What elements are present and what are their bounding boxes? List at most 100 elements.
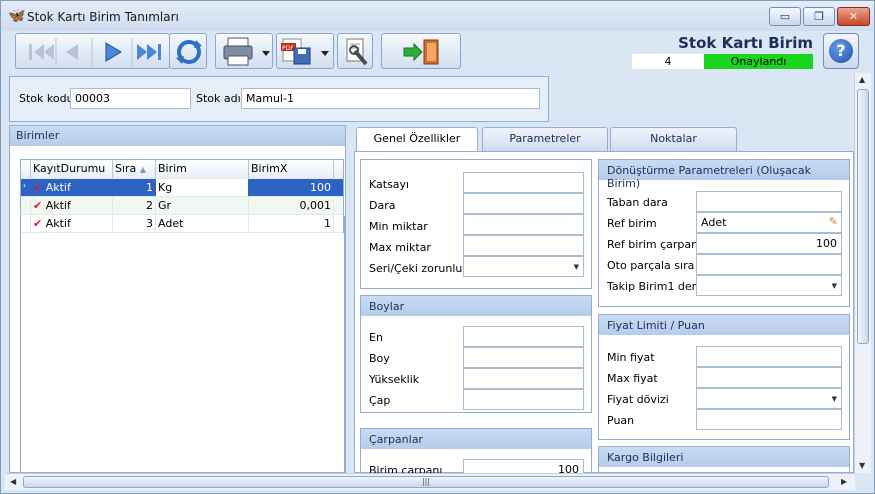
min-miktar-field[interactable] bbox=[463, 214, 584, 235]
fiyat-dovizi-label: Fiyat dövizi bbox=[607, 393, 669, 406]
max-miktar-field[interactable] bbox=[463, 235, 584, 256]
sira-cell: 3 bbox=[113, 215, 156, 232]
stok-adi-label: Stok adı bbox=[196, 92, 241, 105]
previous-record-icon[interactable] bbox=[66, 44, 78, 60]
pdf-export-icon: PDF bbox=[281, 38, 311, 65]
stock-info-panel: Stok kodu 00003 Stok adı Mamul-1 bbox=[9, 76, 549, 122]
ref-birim-field[interactable]: Adet ✎ bbox=[696, 212, 842, 233]
print-button[interactable] bbox=[215, 33, 273, 69]
scroll-down-icon[interactable]: ▼ bbox=[859, 461, 865, 470]
boylar-group: Boylar En Boy Yükseklik Çap bbox=[360, 295, 592, 413]
row-indicator-header bbox=[21, 160, 31, 178]
durum-text: Aktif bbox=[45, 199, 71, 212]
sira-cell: 2 bbox=[113, 197, 156, 214]
en-field[interactable] bbox=[463, 326, 584, 347]
stok-kodu-field[interactable]: 00003 bbox=[70, 88, 191, 109]
scroll-right-icon[interactable]: ▶ bbox=[841, 477, 847, 486]
birim-cell[interactable]: Kg bbox=[156, 179, 249, 196]
minimize-button[interactable]: ▭ bbox=[769, 7, 801, 26]
scroll-up-icon[interactable]: ▲ bbox=[859, 75, 865, 84]
tab-parametreler[interactable]: Parametreler bbox=[482, 127, 608, 151]
main-window: 🦋 Stok Kartı Birim Tanımları ▭ ❐ ✕ PDF S… bbox=[0, 0, 875, 494]
oto-parcala-label: Oto parçala sıra bbox=[607, 259, 695, 272]
table-row[interactable]: › ✔ Aktif 1 Kg 100 bbox=[21, 179, 343, 197]
lookup-icon[interactable]: ✎ bbox=[829, 215, 838, 228]
cap-field[interactable] bbox=[463, 389, 584, 410]
grid-right-border bbox=[344, 216, 345, 472]
checkmark-icon: ✔ bbox=[33, 199, 43, 212]
column-header-birim[interactable]: Birim bbox=[156, 160, 249, 178]
chevron-down-icon: ▼ bbox=[831, 282, 837, 290]
katsayi-label: Katsayı bbox=[369, 178, 410, 191]
exit-icon bbox=[403, 39, 439, 65]
takip-birim-label: Takip Birim1 den bbox=[607, 280, 699, 293]
taban-dara-field[interactable] bbox=[696, 191, 842, 212]
column-header-sira[interactable]: Sıra ▲ bbox=[113, 160, 156, 178]
column-header-kayitdurumu[interactable]: KayıtDurumu bbox=[31, 160, 113, 178]
scroll-left-icon[interactable]: ◀ bbox=[10, 477, 16, 486]
table-row[interactable]: ✔ Aktif 3 Adet 1 bbox=[21, 215, 343, 233]
durum-cell: ✔ Aktif bbox=[31, 179, 113, 196]
birimler-panel: Birimler KayıtDurumu Sıra ▲ Birim BirimX… bbox=[9, 125, 346, 473]
row-pointer-icon: › bbox=[21, 179, 31, 196]
chevron-down-icon bbox=[321, 51, 329, 56]
help-button[interactable]: ? bbox=[823, 33, 859, 69]
puan-field[interactable] bbox=[696, 409, 842, 430]
restore-button[interactable]: ❐ bbox=[803, 7, 835, 26]
taban-dara-label: Taban dara bbox=[607, 196, 668, 209]
horizontal-scroll-thumb[interactable]: ||| bbox=[23, 476, 829, 488]
en-label: En bbox=[369, 331, 383, 344]
next-record-icon[interactable] bbox=[105, 42, 122, 62]
katsayi-field[interactable] bbox=[463, 172, 584, 193]
ref-birim-value: Adet bbox=[701, 216, 727, 229]
close-button[interactable]: ✕ bbox=[837, 7, 870, 26]
kargo-title: Kargo Bilgileri bbox=[599, 447, 849, 467]
birim-cell: Gr bbox=[156, 197, 249, 214]
stok-adi-field[interactable]: Mamul-1 bbox=[241, 88, 540, 109]
navigation-group bbox=[15, 33, 170, 69]
oto-parcala-field[interactable] bbox=[696, 254, 842, 275]
max-miktar-label: Max miktar bbox=[369, 241, 431, 254]
max-fiyat-field[interactable] bbox=[696, 367, 842, 388]
boylar-title: Boylar bbox=[361, 296, 591, 316]
fiyat-limiti-title: Fiyat Limiti / Puan bbox=[599, 315, 849, 335]
birimler-title: Birimler bbox=[10, 126, 345, 146]
record-count: 4 bbox=[632, 54, 704, 69]
dara-field[interactable] bbox=[463, 193, 584, 214]
status-badge: Onaylandı bbox=[704, 54, 813, 69]
last-record-icon[interactable] bbox=[137, 44, 161, 60]
pdf-export-button[interactable]: PDF bbox=[276, 33, 334, 69]
butterfly-app-icon: 🦋 bbox=[8, 8, 26, 24]
vertical-scroll-thumb[interactable] bbox=[857, 89, 869, 344]
cap-label: Çap bbox=[369, 394, 391, 407]
birimx-cell: 100 bbox=[249, 179, 334, 196]
help-icon: ? bbox=[829, 39, 853, 63]
column-header-birimx[interactable]: BirimX bbox=[249, 160, 334, 178]
dara-label: Dara bbox=[369, 199, 396, 212]
first-record-icon[interactable] bbox=[29, 44, 54, 60]
ref-birim-carpani-field[interactable]: 100 bbox=[696, 233, 842, 254]
refresh-button[interactable] bbox=[169, 33, 207, 69]
takip-birim-dropdown[interactable]: ▼ bbox=[696, 275, 842, 296]
title-bar: 🦋 Stok Kartı Birim Tanımları ▭ ❐ ✕ bbox=[1, 1, 874, 31]
fiyat-dovizi-dropdown[interactable]: ▼ bbox=[696, 388, 842, 409]
exit-button[interactable] bbox=[381, 33, 461, 69]
birimx-cell: 1 bbox=[249, 215, 334, 232]
donusturme-group: Dönüştürme Parametreleri (Oluşacak Birim… bbox=[598, 159, 850, 307]
settings-button[interactable] bbox=[337, 33, 373, 69]
vertical-scrollbar[interactable]: ▲ ▼ bbox=[854, 73, 871, 473]
tab-genel-ozellikler[interactable]: Genel Özellikler bbox=[356, 127, 478, 153]
ref-birim-carpani-label: Ref birim çarpanı bbox=[607, 238, 702, 251]
yukseklik-field[interactable] bbox=[463, 368, 584, 389]
seri-ceki-dropdown[interactable]: ▼ bbox=[463, 256, 584, 277]
table-row[interactable]: ✔ Aktif 2 Gr 0,001 bbox=[21, 197, 343, 215]
boy-field[interactable] bbox=[463, 347, 584, 368]
refresh-icon bbox=[176, 40, 202, 64]
min-fiyat-field[interactable] bbox=[696, 346, 842, 367]
durum-text: Aktif bbox=[45, 217, 71, 230]
genel-group: Katsayı Dara Min miktar Max miktar Seri/… bbox=[360, 159, 592, 289]
horizontal-scrollbar[interactable]: ◀ ||| ▶ bbox=[5, 473, 855, 490]
tab-noktalar[interactable]: Noktalar bbox=[610, 127, 737, 151]
carpanlar-group: Çarpanlar Birim çarpanı 100 bbox=[360, 428, 592, 480]
genel-ozellikler-panel: Katsayı Dara Min miktar Max miktar Seri/… bbox=[354, 151, 854, 480]
